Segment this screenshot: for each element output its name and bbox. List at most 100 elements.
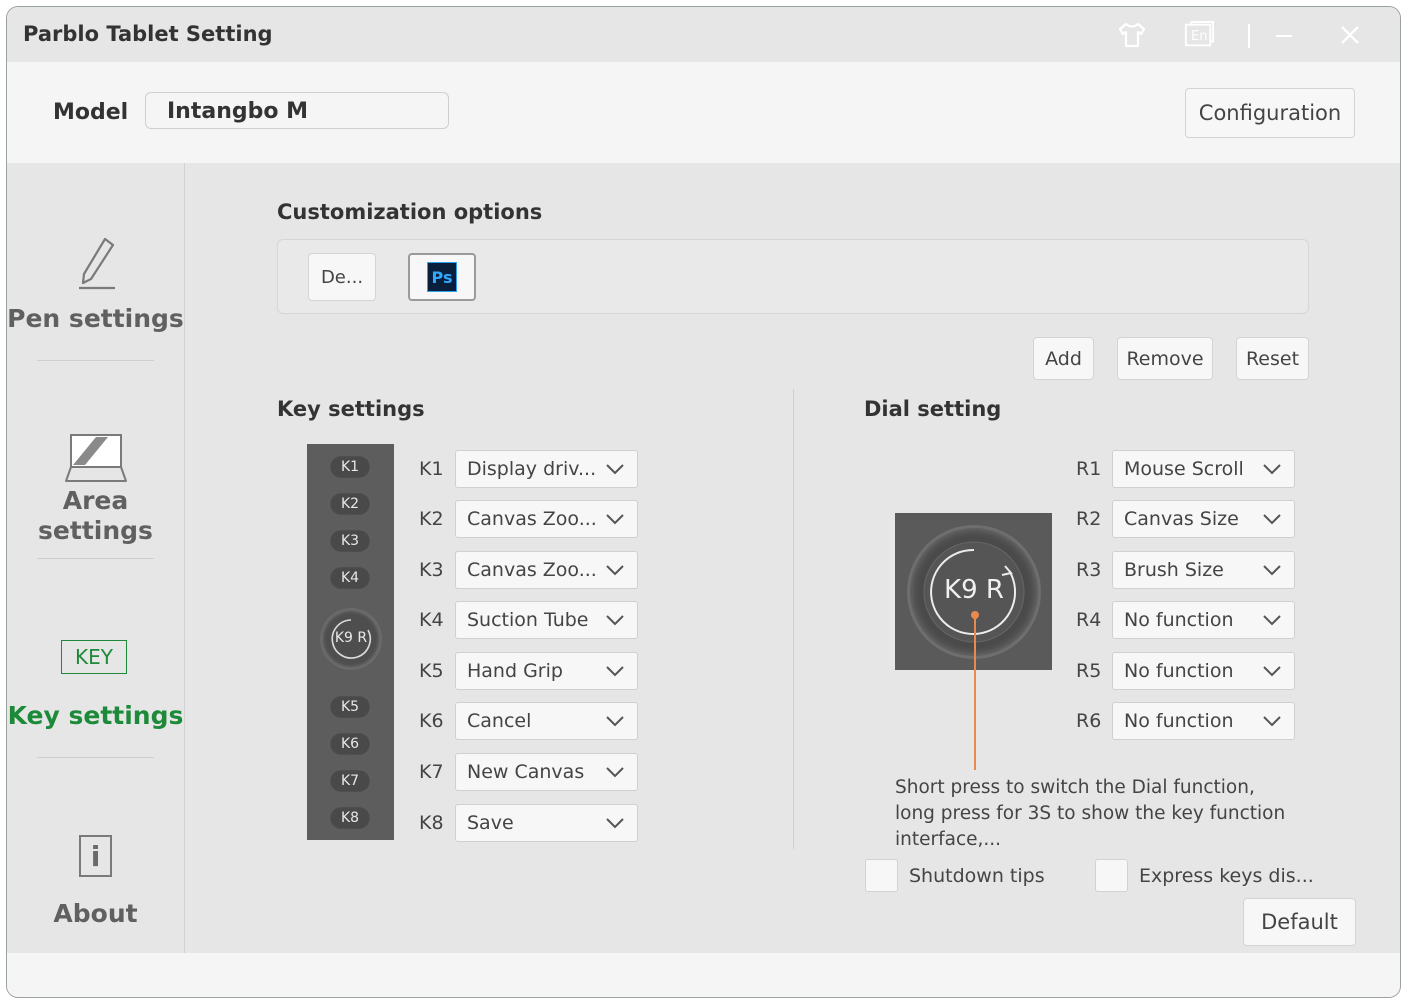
sidebar-divider bbox=[37, 558, 154, 559]
pen-icon bbox=[75, 235, 119, 295]
model-header: Model Intangbo M Configuration bbox=[7, 62, 1400, 163]
strip-key-k2: K2 bbox=[329, 492, 371, 516]
skin-icon[interactable] bbox=[1117, 20, 1147, 50]
dial-row-label: R2 bbox=[1076, 508, 1102, 530]
key-row-label: K3 bbox=[419, 559, 444, 581]
photoshop-icon: Ps bbox=[427, 262, 457, 292]
key-k4-select[interactable]: Suction Tube bbox=[455, 601, 638, 639]
chevron-down-icon bbox=[606, 666, 624, 677]
chevron-down-icon bbox=[1263, 615, 1281, 626]
chevron-down-icon bbox=[606, 818, 624, 829]
select-value: New Canvas bbox=[467, 761, 585, 783]
titlebar-separator bbox=[1248, 24, 1250, 48]
reset-button[interactable]: Reset bbox=[1236, 337, 1309, 380]
sidebar-divider bbox=[37, 360, 154, 361]
tablet-key-strip: K1 K2 K3 K4 K9 R K5 K6 K7 K8 bbox=[307, 444, 394, 840]
select-value: No function bbox=[1124, 609, 1234, 631]
select-value: Canvas Zoo... bbox=[467, 559, 597, 581]
dial-r5-select[interactable]: No function bbox=[1112, 652, 1295, 690]
key-row-label: K6 bbox=[419, 710, 444, 732]
shutdown-tips-checkbox[interactable] bbox=[865, 859, 898, 892]
chevron-down-icon bbox=[1263, 565, 1281, 576]
key-row-label: K8 bbox=[419, 812, 444, 834]
sidebar-item-label: Key settings bbox=[7, 701, 184, 730]
select-value: Hand Grip bbox=[467, 660, 563, 682]
key-k3-select[interactable]: Canvas Zoo... bbox=[455, 551, 638, 589]
app-default[interactable]: De... bbox=[308, 253, 376, 301]
minimize-icon[interactable] bbox=[1269, 20, 1299, 50]
key-k6-select[interactable]: Cancel bbox=[455, 702, 638, 740]
language-icon[interactable]: En bbox=[1184, 20, 1214, 50]
title-bar: Parblo Tablet Setting En bbox=[7, 7, 1400, 62]
key-row-label: K2 bbox=[419, 508, 444, 530]
strip-key-k7: K7 bbox=[329, 769, 371, 793]
key-settings-title: Key settings bbox=[277, 397, 425, 421]
remove-button[interactable]: Remove bbox=[1117, 337, 1213, 380]
sidebar: Pen settings Area settings KEY Key setti… bbox=[7, 163, 185, 953]
dial-r6-select[interactable]: No function bbox=[1112, 702, 1295, 740]
dial-row-label: R5 bbox=[1076, 660, 1102, 682]
strip-key-k3: K3 bbox=[329, 529, 371, 553]
app-photoshop[interactable]: Ps bbox=[408, 253, 476, 301]
main-panel: Customization options De... Ps Add Remov… bbox=[185, 163, 1400, 953]
dial-row-label: R1 bbox=[1076, 458, 1102, 480]
sidebar-item-label: Area bbox=[62, 486, 129, 515]
key-row-label: K1 bbox=[419, 458, 444, 480]
chevron-down-icon bbox=[606, 767, 624, 778]
key-k1-select[interactable]: Display driv... bbox=[455, 450, 638, 488]
leader-line bbox=[974, 615, 976, 770]
dial-r1-select[interactable]: Mouse Scroll bbox=[1112, 450, 1295, 488]
dial-r2-select[interactable]: Canvas Size bbox=[1112, 500, 1295, 538]
strip-key-k8: K8 bbox=[329, 806, 371, 830]
dial-description: Short press to switch the Dial function,… bbox=[895, 775, 1315, 853]
add-button[interactable]: Add bbox=[1033, 337, 1094, 380]
chevron-down-icon bbox=[1263, 464, 1281, 475]
dial-r3-select[interactable]: Brush Size bbox=[1112, 551, 1295, 589]
dial-description-line: long press for 3S to show the key functi… bbox=[895, 803, 1286, 824]
sidebar-item-label: settings bbox=[38, 516, 153, 545]
select-value: Canvas Size bbox=[1124, 508, 1239, 530]
language-badge: En bbox=[1191, 29, 1208, 44]
key-row-label: K7 bbox=[419, 761, 444, 783]
chevron-down-icon bbox=[606, 565, 624, 576]
dial-description-line: interface,... bbox=[895, 829, 1002, 850]
key-k5-select[interactable]: Hand Grip bbox=[455, 652, 638, 690]
key-k2-select[interactable]: Canvas Zoo... bbox=[455, 500, 638, 538]
key-row-label: K4 bbox=[419, 609, 444, 631]
window-title: Parblo Tablet Setting bbox=[23, 22, 273, 46]
key-k8-select[interactable]: Save bbox=[455, 804, 638, 842]
dial-row-label: R4 bbox=[1076, 609, 1102, 631]
footer-bar bbox=[7, 953, 1400, 997]
app-window: Parblo Tablet Setting En Model Intangbo … bbox=[6, 6, 1401, 998]
chevron-down-icon bbox=[1263, 666, 1281, 677]
sidebar-divider bbox=[37, 757, 154, 758]
chevron-down-icon bbox=[1263, 716, 1281, 727]
section-divider bbox=[793, 389, 794, 849]
strip-key-k4: K4 bbox=[329, 566, 371, 590]
key-row-label: K5 bbox=[419, 660, 444, 682]
chevron-down-icon bbox=[606, 615, 624, 626]
select-value: Brush Size bbox=[1124, 559, 1224, 581]
model-field: Intangbo M bbox=[145, 92, 449, 129]
strip-key-k1: K1 bbox=[329, 455, 371, 479]
chevron-down-icon bbox=[606, 716, 624, 727]
default-button[interactable]: Default bbox=[1243, 898, 1356, 946]
chevron-down-icon bbox=[1263, 514, 1281, 525]
key-icon: KEY bbox=[61, 640, 127, 674]
strip-key-k5: K5 bbox=[329, 695, 371, 719]
customization-panel: De... Ps bbox=[277, 239, 1309, 314]
strip-dial-label: K9 R bbox=[334, 630, 368, 646]
sidebar-item-label: Pen settings bbox=[7, 304, 184, 333]
close-icon[interactable] bbox=[1335, 20, 1365, 50]
dial-description-line: Short press to switch the Dial function, bbox=[895, 777, 1255, 798]
express-keys-checkbox[interactable] bbox=[1095, 859, 1128, 892]
key-k7-select[interactable]: New Canvas bbox=[455, 753, 638, 791]
area-icon bbox=[64, 433, 128, 489]
select-value: Display driv... bbox=[467, 458, 597, 480]
dial-setting-title: Dial setting bbox=[864, 397, 1002, 421]
customization-title: Customization options bbox=[277, 200, 543, 224]
configuration-button[interactable]: Configuration bbox=[1185, 88, 1355, 138]
dial-r4-select[interactable]: No function bbox=[1112, 601, 1295, 639]
select-value: Mouse Scroll bbox=[1124, 458, 1244, 480]
info-icon: i bbox=[79, 835, 112, 877]
